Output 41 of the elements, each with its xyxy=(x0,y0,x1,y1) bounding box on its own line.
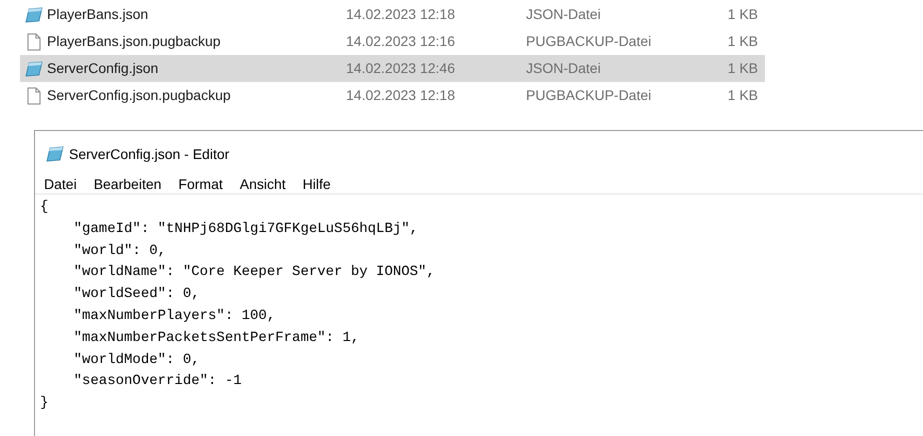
code-line: } xyxy=(40,394,48,414)
file-size: 1 KB xyxy=(726,5,758,24)
code-line: "seasonOverride": -1 xyxy=(72,372,242,392)
file-row[interactable]: PlayerBans.json 14.02.2023 12:18 JSON-Datei 1 KB xyxy=(20,1,765,28)
file-name: PlayerBans.json.pugbackup xyxy=(47,32,222,51)
code-line: "worldName": "Core Keeper Server by IONOS", xyxy=(72,263,435,282)
window-title: ServerConfig.json - Editor xyxy=(69,144,230,164)
file-name: ServerConfig.json xyxy=(47,59,160,78)
file-row[interactable]: PlayerBans.json.pugbackup 14.02.2023 12:16 PUGBACKUP-Datei 1 KB xyxy=(20,28,765,55)
file-type: JSON-Datei xyxy=(526,5,602,24)
file-date: 14.02.2023 12:16 xyxy=(346,32,456,51)
code-line: "worldSeed": 0, xyxy=(72,285,200,304)
notepad-icon xyxy=(24,60,42,76)
file-icon xyxy=(26,86,40,104)
code-line: { xyxy=(40,198,48,217)
file-type: PUGBACKUP-Datei xyxy=(526,86,652,105)
code-line: "maxNumberPlayers": 100, xyxy=(72,306,276,326)
menu-item[interactable]: Hilfe xyxy=(302,174,331,194)
file-date: 14.02.2023 12:18 xyxy=(346,5,456,24)
menu-item[interactable]: Format xyxy=(178,174,223,194)
file-size: 1 KB xyxy=(726,32,758,51)
file-row[interactable]: ServerConfig.json.pugbackup 14.02.2023 12:18 PUGBACKUP-Datei 1 KB xyxy=(20,82,765,109)
code-line: "worldMode": 0, xyxy=(72,350,200,370)
notepad-icon xyxy=(24,6,42,22)
menu-item[interactable]: Datei xyxy=(44,174,77,194)
menu-item[interactable]: Ansicht xyxy=(240,174,286,194)
file-name: PlayerBans.json xyxy=(47,5,150,24)
file-row[interactable]: ServerConfig.json 14.02.2023 12:46 JSON-Datei 1 KB xyxy=(20,55,765,82)
code-line: "gameId": "tNHPj68DGlgi7GFKgeLuS56hqLBj", xyxy=(72,220,418,239)
file-date: 14.02.2023 12:46 xyxy=(346,59,456,78)
file-date: 14.02.2023 12:18 xyxy=(346,86,456,105)
notepad-icon xyxy=(46,146,64,162)
file-name: ServerConfig.json.pugbackup xyxy=(47,86,232,105)
file-size: 1 KB xyxy=(726,59,758,78)
menu-item[interactable]: Bearbeiten xyxy=(94,174,162,194)
file-type: JSON-Datei xyxy=(526,59,602,78)
code-line: "world": 0, xyxy=(72,242,166,261)
file-type: PUGBACKUP-Datei xyxy=(526,32,652,51)
code-line: "maxNumberPacketsSentPerFrame": 1, xyxy=(72,328,360,348)
file-size: 1 KB xyxy=(726,86,758,105)
file-icon xyxy=(26,32,40,50)
